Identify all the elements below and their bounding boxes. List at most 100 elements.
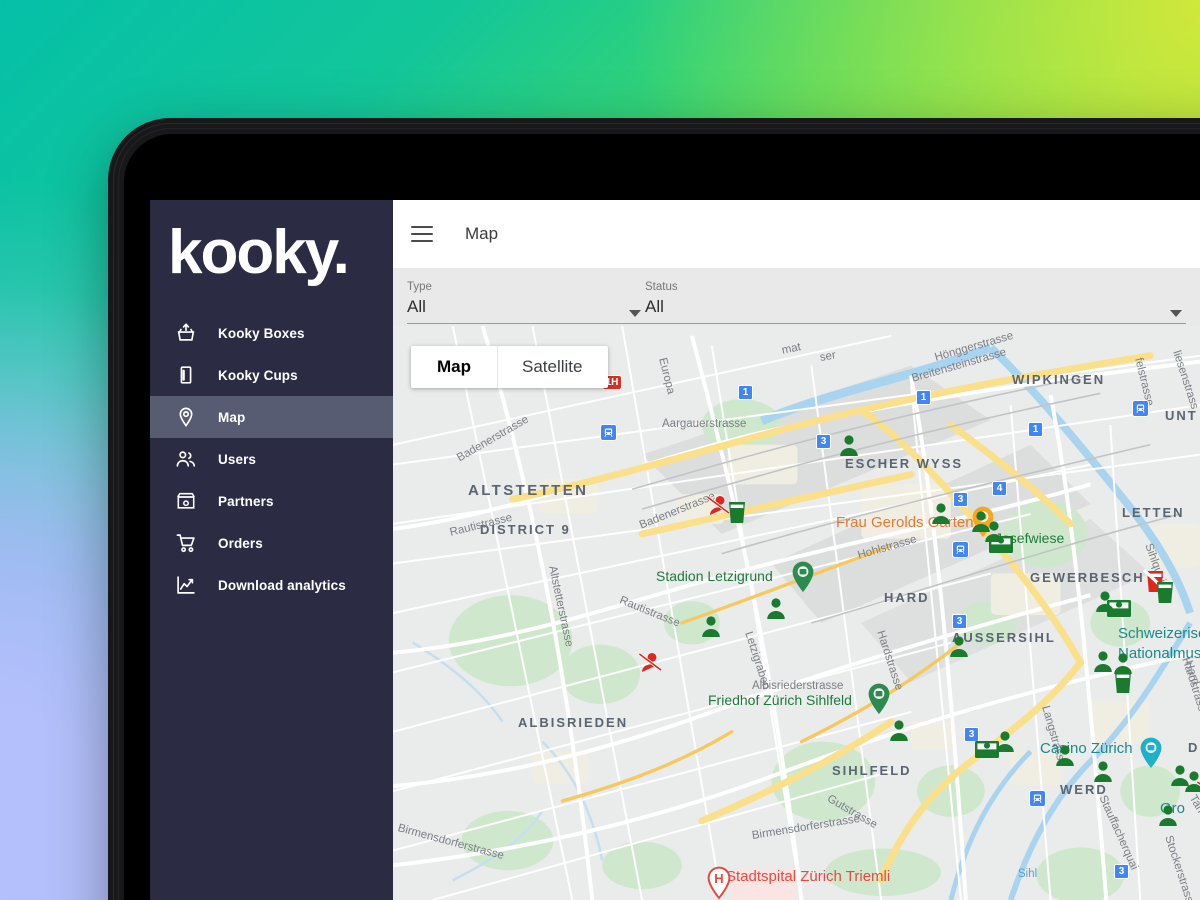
- map-street-label: Hönggerstrasse: [933, 329, 1015, 364]
- map-street-label: Birmensdorferstrasse: [396, 822, 506, 863]
- map-route-shield: 3: [816, 434, 831, 449]
- transit-stop-icon: [1132, 400, 1149, 417]
- sidebar-item-label: Orders: [218, 535, 263, 551]
- sidebar-item-orders[interactable]: Orders: [150, 522, 393, 564]
- map-marker-user[interactable]: [1110, 650, 1136, 681]
- map-marker-user[interactable]: [698, 613, 724, 644]
- shopping-cart-icon: [174, 531, 198, 555]
- filter-status-value: All: [645, 297, 664, 316]
- map-poi-label: Schweizerisc: [1118, 625, 1200, 642]
- map-street-label: Albisriederstrasse: [752, 680, 844, 692]
- map-marker-cup[interactable]: [1152, 578, 1178, 611]
- sidebar-item-map[interactable]: Map: [150, 396, 393, 438]
- map-toggle-satellite[interactable]: Satellite: [498, 346, 608, 388]
- page-title: Map: [465, 224, 499, 243]
- users-icon: [174, 447, 198, 471]
- map-marker-user[interactable]: [946, 633, 972, 664]
- line-chart-icon: [174, 573, 198, 597]
- map-street-label: felstrasse: [1132, 356, 1156, 408]
- map-marker-user[interactable]: [1052, 742, 1078, 773]
- sidebar: kooky. Kooky Boxes Kooky Cups Map Users …: [150, 200, 393, 900]
- map-street-label: Hardstrasse: [1179, 656, 1200, 719]
- transit-stop-icon: [952, 541, 969, 558]
- top-bar: Map: [393, 200, 1200, 268]
- svg-text:H: H: [714, 871, 723, 886]
- map-marker-user[interactable]: [886, 717, 912, 748]
- map-street-label: Stockerstrass: [1162, 834, 1196, 900]
- sidebar-item-download-analytics[interactable]: Download analytics: [150, 564, 393, 606]
- map-street-label: Hohlstrasse: [856, 533, 919, 562]
- hamburger-icon[interactable]: [411, 226, 433, 242]
- map-marker-box-blocked[interactable]: [1196, 778, 1200, 809]
- app-screen: kooky. Kooky Boxes Kooky Cups Map Users …: [150, 200, 1200, 900]
- map-street-label: Hardstrasse: [874, 629, 905, 692]
- sidebar-item-users[interactable]: Users: [150, 438, 393, 480]
- map-marker-box-blocked[interactable]: [638, 650, 664, 681]
- map-area-label: HARD: [884, 590, 930, 605]
- filter-type-label: Type: [407, 281, 432, 293]
- map-marker-user[interactable]: [763, 595, 789, 626]
- map-marker-user[interactable]: [981, 518, 1007, 549]
- map-route-shield: 3: [953, 492, 968, 507]
- sidebar-nav: Kooky Boxes Kooky Cups Map Users Partner…: [150, 312, 393, 606]
- map-area-label: ALTSTETTEN: [468, 482, 589, 499]
- map-pin-icon: [174, 405, 198, 429]
- map-street-label: Rautistrasse: [448, 511, 514, 539]
- map-area-label: ESCHER WYSS: [845, 456, 964, 471]
- map-street-label: Altstetterstrasse: [546, 564, 576, 648]
- transit-stop-icon: [600, 424, 617, 441]
- transit-stop-icon: [1029, 790, 1046, 807]
- map-marker-user[interactable]: [928, 500, 954, 531]
- filter-bar: Type All Status All: [393, 268, 1200, 326]
- sidebar-item-label: Map: [218, 409, 246, 425]
- filter-type[interactable]: Type All: [407, 274, 645, 326]
- map-street-label: Gutstrasse: [825, 792, 880, 832]
- sidebar-item-kooky-cups[interactable]: Kooky Cups: [150, 354, 393, 396]
- hospital-icon: H: [706, 866, 732, 900]
- sidebar-item-partners[interactable]: Partners: [150, 480, 393, 522]
- chevron-down-icon[interactable]: [629, 310, 641, 317]
- map-street-label: Rautistrasse: [617, 594, 682, 630]
- map-toggle-map[interactable]: Map: [411, 346, 498, 388]
- map-street-label: Breitensteinstrasse: [910, 346, 1008, 385]
- map-marker-user[interactable]: [836, 432, 862, 463]
- map-route-shield: 3: [1114, 864, 1129, 879]
- map-marker-cup[interactable]: [724, 498, 750, 531]
- map-water-label: Sihl: [1018, 868, 1038, 880]
- map-poi-label: Friedhof Zürich Sihlfeld: [708, 692, 852, 708]
- cup-icon: [174, 363, 198, 387]
- map-poi-label: Stadion Letzigrund: [656, 568, 773, 584]
- map-street-label: Stauffacherquai: [1096, 793, 1141, 872]
- map-type-toggle[interactable]: Map Satellite: [411, 346, 609, 388]
- map-street-label: ser: [818, 349, 837, 364]
- map-marker-user[interactable]: [1092, 588, 1118, 619]
- map-area-label: ALBISRIEDEN: [518, 715, 629, 730]
- stadium-icon: [790, 560, 816, 599]
- sidebar-item-label: Kooky Boxes: [218, 325, 305, 341]
- map-street-label: Aargauerstrasse: [662, 418, 747, 430]
- sidebar-item-label: Users: [218, 451, 257, 467]
- map-street-label: Birmensdorferstrasse: [751, 812, 861, 842]
- map-viewport[interactable]: Map Satellite ALTSTETTEN DISTRICT 9 ALBISR…: [393, 326, 1200, 900]
- map-area-label: DI: [1188, 740, 1200, 755]
- map-overlay-layer: ALTSTETTEN DISTRICT 9 ALBISRIEDEN SIHLFELD H…: [393, 326, 1200, 900]
- map-street-label: Letzigraben: [742, 630, 773, 692]
- box-arrow-up-icon: [174, 321, 198, 345]
- filter-type-value: All: [407, 297, 426, 316]
- map-marker-user[interactable]: [992, 728, 1018, 759]
- sidebar-item-kooky-boxes[interactable]: Kooky Boxes: [150, 312, 393, 354]
- storefront-icon: [174, 489, 198, 513]
- map-poi-label: Stadtspital Zürich Triemli: [726, 868, 891, 885]
- map-route-shield: 4: [992, 481, 1007, 496]
- map-marker-user[interactable]: [1155, 802, 1181, 833]
- map-area-label: GEWERBESCH: [1030, 570, 1145, 585]
- map-area-label: WIPKINGEN: [1012, 372, 1106, 387]
- chevron-down-icon[interactable]: [1170, 310, 1182, 317]
- attraction-icon: [1138, 736, 1164, 775]
- main-content: Map Type All Status All Map Satellite AL…: [393, 200, 1200, 900]
- sidebar-item-label: Partners: [218, 493, 274, 509]
- map-street-label: Badenerstrasse: [455, 413, 531, 465]
- map-street-label: mat: [780, 341, 803, 357]
- map-marker-user[interactable]: [1090, 758, 1116, 789]
- filter-status[interactable]: Status All: [645, 274, 1186, 326]
